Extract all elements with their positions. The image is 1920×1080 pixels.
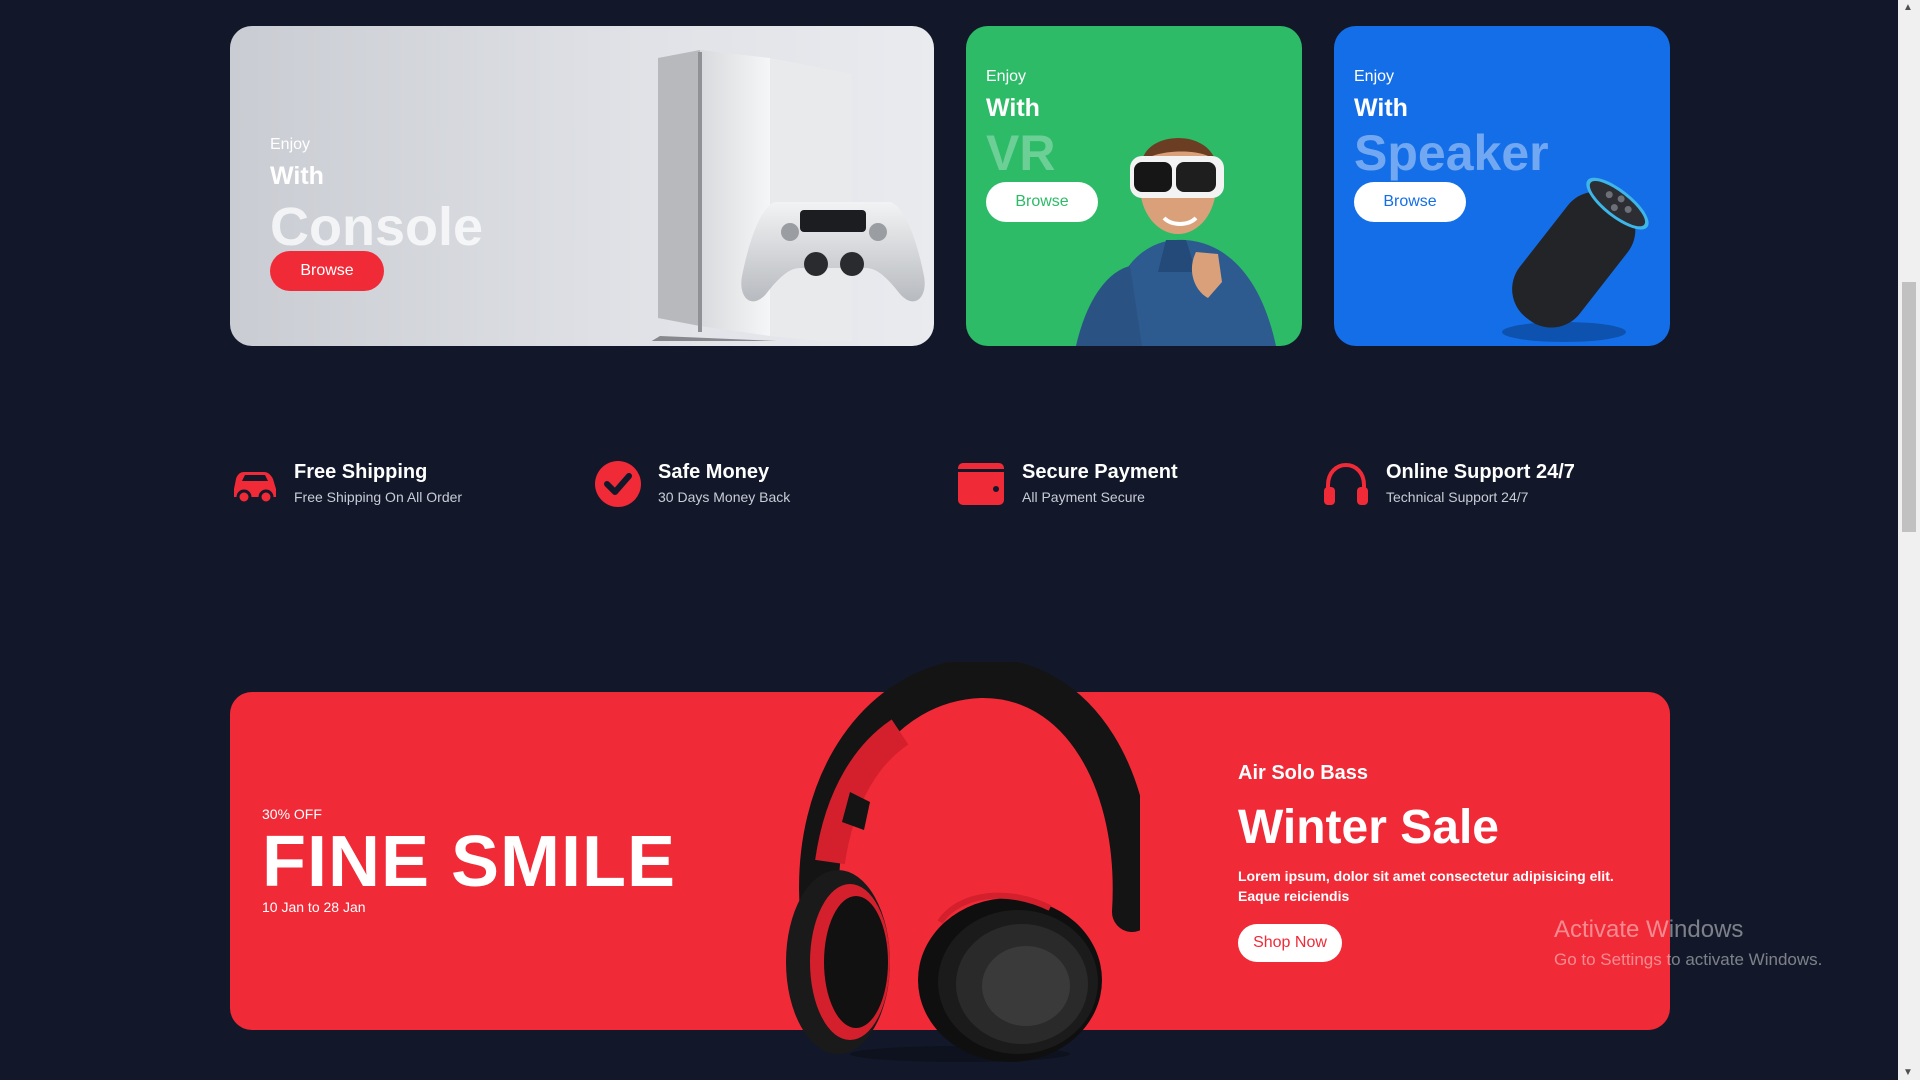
product-name: Air Solo Bass bbox=[1238, 762, 1369, 784]
page-scrollbar[interactable]: ▲ ▼ bbox=[1898, 0, 1920, 1080]
sale-dates: 10 Jan to 28 Jan bbox=[262, 899, 366, 915]
feature-subtitle: Technical Support 24/7 bbox=[1386, 489, 1529, 505]
feature-online-support: Online Support 24/7 Technical Support 24… bbox=[1322, 455, 1642, 515]
car-icon bbox=[234, 472, 276, 505]
sale-description-line2: Eaque reiciendis bbox=[1238, 888, 1350, 904]
vr-card: Enjoy With VR Browse bbox=[966, 26, 1302, 346]
vr-card-eyebrow: Enjoy bbox=[986, 68, 1027, 85]
vr-person-image bbox=[1076, 137, 1276, 346]
feature-subtitle: Free Shipping On All Order bbox=[294, 489, 463, 505]
feature-title: Free Shipping bbox=[294, 461, 428, 483]
speaker-card-eyebrow: Enjoy bbox=[1354, 68, 1395, 85]
scroll-down-arrow-icon[interactable]: ▼ bbox=[1903, 1067, 1913, 1078]
console-browse-button[interactable]: Browse bbox=[270, 251, 384, 291]
speaker-card-subtitle: With bbox=[1354, 94, 1408, 122]
console-card-subtitle: With bbox=[270, 162, 324, 190]
feature-secure-payment: Secure Payment All Payment Secure bbox=[958, 455, 1258, 515]
discount-label: 30% OFF bbox=[262, 806, 322, 822]
feature-title: Secure Payment bbox=[1022, 461, 1178, 483]
sale-description-line1: Lorem ipsum, dolor sit amet consectetur … bbox=[1238, 868, 1614, 884]
speaker-card: Enjoy With Speaker Browse bbox=[1334, 26, 1670, 346]
console-image bbox=[651, 50, 925, 341]
feature-title: Online Support 24/7 bbox=[1386, 461, 1575, 483]
vr-browse-button[interactable]: Browse bbox=[986, 182, 1098, 222]
activate-windows-subtitle: Go to Settings to activate Windows. bbox=[1554, 950, 1823, 969]
feature-safe-money: Safe Money 30 Days Money Back bbox=[594, 455, 894, 515]
wallet-icon bbox=[958, 463, 1004, 505]
scroll-up-arrow-icon[interactable]: ▲ bbox=[1903, 2, 1913, 13]
scrollbar-thumb[interactable] bbox=[1902, 282, 1916, 532]
feature-title: Safe Money bbox=[658, 461, 770, 483]
feature-subtitle: All Payment Secure bbox=[1022, 489, 1145, 505]
headphones-image bbox=[786, 662, 1140, 1062]
console-card-eyebrow: Enjoy bbox=[270, 136, 311, 153]
feature-subtitle: 30 Days Money Back bbox=[658, 489, 791, 505]
activate-windows-title: Activate Windows bbox=[1554, 916, 1744, 943]
console-card-title: Console bbox=[270, 197, 484, 257]
shop-now-button[interactable]: Shop Now bbox=[1238, 924, 1342, 962]
check-circle-icon bbox=[595, 461, 641, 507]
banner-headline: FINE SMILE bbox=[262, 822, 677, 902]
speaker-browse-button[interactable]: Browse bbox=[1354, 182, 1466, 222]
feature-free-shipping: Free Shipping Free Shipping On All Order bbox=[230, 455, 530, 515]
speaker-image bbox=[1502, 177, 1649, 342]
headphones-icon bbox=[1324, 462, 1368, 505]
sale-title: Winter Sale bbox=[1238, 801, 1499, 854]
vr-card-subtitle: With bbox=[986, 94, 1040, 122]
console-card: Enjoy With Console Browse bbox=[230, 26, 934, 346]
